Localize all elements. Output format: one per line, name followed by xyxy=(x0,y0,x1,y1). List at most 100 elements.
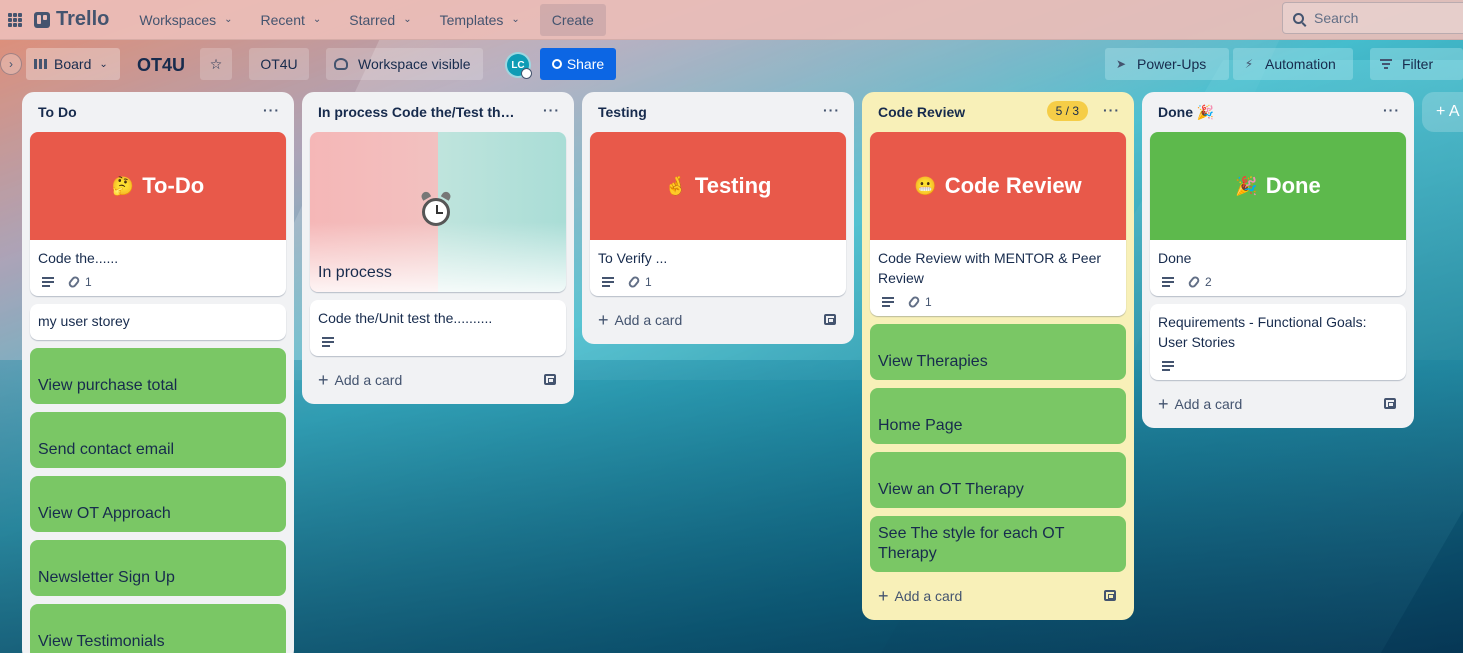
more-icon[interactable]: ··· xyxy=(263,102,280,118)
chevron-down-icon: ⌄ xyxy=(511,14,520,25)
card[interactable]: 🎉 Done Done 2 xyxy=(1150,132,1406,296)
list-title[interactable]: Done 🎉 xyxy=(1158,104,1214,121)
nav-templates[interactable]: Templates ⌄ xyxy=(432,4,528,36)
card[interactable]: In process xyxy=(310,132,566,292)
nav-workspaces[interactable]: Workspaces ⌄ xyxy=(131,4,240,36)
board-icon xyxy=(34,59,48,69)
search-placeholder: Search xyxy=(1314,10,1359,26)
card-title: In process xyxy=(318,264,392,281)
card[interactable]: Requirements - Functional Goals: User St… xyxy=(1150,304,1406,380)
add-card-button[interactable]: + Add a card xyxy=(870,580,1126,612)
list-header[interactable]: To Do ··· xyxy=(30,92,286,132)
more-icon[interactable]: ··· xyxy=(823,102,840,118)
card[interactable]: 🤞 Testing To Verify ... 1 xyxy=(590,132,846,296)
card[interactable]: Send contact email xyxy=(30,412,286,468)
app-switcher-icon[interactable] xyxy=(8,12,22,27)
power-ups-button[interactable]: ➤ Power-Ups xyxy=(1105,48,1229,80)
thinking-emoji: 🤔 xyxy=(111,175,135,196)
card-title: Requirements - Functional Goals: User St… xyxy=(1158,314,1367,350)
card[interactable]: View Therapies xyxy=(870,324,1126,380)
nav-starred[interactable]: Starred ⌄ xyxy=(341,4,419,36)
card[interactable]: Home Page xyxy=(870,388,1126,444)
card[interactable]: See The style for each OT Therapy xyxy=(870,516,1126,572)
list-title[interactable]: Testing xyxy=(598,104,647,120)
nav-recent[interactable]: Recent ⌄ xyxy=(253,4,330,36)
trello-logo[interactable]: Trello xyxy=(34,8,109,31)
automation-button[interactable]: ⚡ Automation xyxy=(1233,48,1353,80)
add-card-button[interactable]: + Add a card xyxy=(310,364,566,396)
plus-icon: + xyxy=(1158,394,1169,414)
card-title: Code the/Unit test the.......... xyxy=(318,310,493,326)
list-testing: Testing ··· 🤞 Testing To Verify ... 1 + … xyxy=(582,92,854,344)
card-title: Code Review with MENTOR & Peer Review xyxy=(878,250,1102,286)
card[interactable]: View Testimonials xyxy=(30,604,286,653)
description-icon xyxy=(322,337,334,347)
crossed-fingers-emoji: 🤞 xyxy=(664,175,687,196)
template-icon[interactable] xyxy=(1384,398,1396,409)
attachment-icon xyxy=(907,294,921,310)
card-badges: 1 xyxy=(38,274,278,290)
visibility-button[interactable]: Workspace visible xyxy=(326,48,483,80)
list-in-process: In process Code the/Test the.... ··· In … xyxy=(302,92,574,404)
chevron-down-icon: ⌄ xyxy=(403,14,412,25)
more-icon[interactable]: ··· xyxy=(543,102,560,118)
card-title: Code the...... xyxy=(38,250,119,266)
filter-icon xyxy=(1380,59,1392,69)
list-header[interactable]: Code Review 5 / 3 ··· xyxy=(870,92,1126,132)
sidebar-expand-button[interactable]: › xyxy=(0,53,22,75)
attachment-icon xyxy=(627,274,641,290)
card[interactable]: Code the/Unit test the.......... xyxy=(310,300,566,356)
add-list-button[interactable]: + A xyxy=(1422,92,1463,132)
template-icon[interactable] xyxy=(824,314,836,325)
star-button[interactable]: ☆ xyxy=(200,48,232,80)
description-icon xyxy=(602,277,614,287)
card-badges: 2 xyxy=(1158,274,1398,290)
search-input[interactable]: Search xyxy=(1282,2,1463,34)
card[interactable]: my user storey xyxy=(30,304,286,340)
card[interactable]: Newsletter Sign Up xyxy=(30,540,286,596)
card[interactable]: 😬 Code Review Code Review with MENTOR & … xyxy=(870,132,1126,316)
card-cover: 😬 Code Review xyxy=(870,132,1126,240)
attachment-count: 1 xyxy=(85,275,92,289)
list-header[interactable]: Done 🎉 ··· xyxy=(1150,92,1406,132)
list-title[interactable]: To Do xyxy=(38,104,77,120)
more-icon[interactable]: ··· xyxy=(1103,102,1120,118)
more-icon[interactable]: ··· xyxy=(1383,102,1400,118)
people-icon xyxy=(334,58,348,70)
description-icon xyxy=(1162,277,1174,287)
add-card-button[interactable]: + Add a card xyxy=(1150,388,1406,420)
board-view-switcher[interactable]: Board ⌄ xyxy=(26,48,120,80)
workspace-button[interactable]: OT4U xyxy=(249,48,309,80)
card[interactable]: View an OT Therapy xyxy=(870,452,1126,508)
board-title[interactable]: OT4U xyxy=(137,55,185,76)
chevron-down-icon: ⌄ xyxy=(312,14,322,25)
avatar[interactable]: LC xyxy=(505,52,532,79)
card[interactable]: View OT Approach xyxy=(30,476,286,532)
filter-button[interactable]: Filter xyxy=(1370,48,1463,80)
card[interactable]: View purchase total xyxy=(30,348,286,404)
list-title[interactable]: In process Code the/Test the.... xyxy=(318,104,518,120)
card-title: my user storey xyxy=(38,313,130,329)
card[interactable]: 🤔 To-Do Code the...... 1 xyxy=(30,132,286,296)
share-button[interactable]: Share xyxy=(540,48,616,80)
card-cover: 🎉 Done xyxy=(1150,132,1406,240)
attachment-icon xyxy=(1187,274,1201,290)
list-code-review: Code Review 5 / 3 ··· 😬 Code Review Code… xyxy=(862,92,1134,620)
card-limit-badge: 5 / 3 xyxy=(1046,101,1088,121)
add-person-icon xyxy=(551,59,562,69)
create-button[interactable]: Create xyxy=(539,3,606,36)
add-card-button[interactable]: + Add a card xyxy=(590,304,846,336)
card-cover: 🤔 To-Do xyxy=(30,132,286,240)
top-nav: Trello Workspaces ⌄ Recent ⌄ Starred ⌄ Temp… xyxy=(0,0,1463,40)
list-header[interactable]: Testing ··· xyxy=(590,92,846,132)
attachment-count: 2 xyxy=(1205,275,1212,289)
description-icon xyxy=(882,297,894,307)
list-header[interactable]: In process Code the/Test the.... ··· xyxy=(310,92,566,132)
template-icon[interactable] xyxy=(544,374,556,385)
attachment-count: 1 xyxy=(645,275,652,289)
chevron-down-icon: ⌄ xyxy=(99,58,108,70)
star-icon: ☆ xyxy=(209,55,223,72)
chevron-down-icon: ⌄ xyxy=(224,14,233,25)
list-title[interactable]: Code Review xyxy=(878,104,965,120)
template-icon[interactable] xyxy=(1104,590,1116,601)
